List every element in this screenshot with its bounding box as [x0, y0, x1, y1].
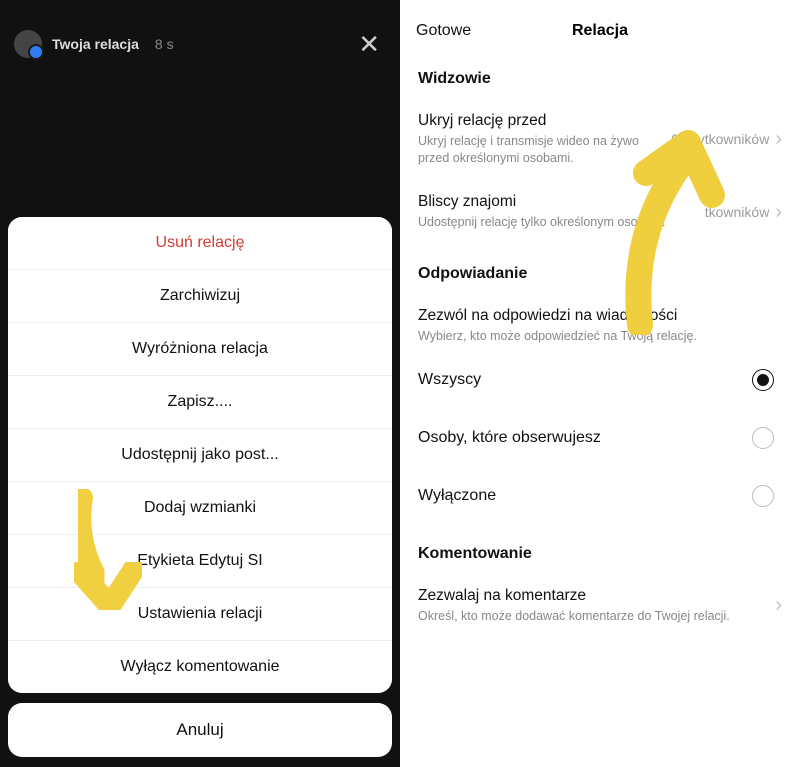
- section-viewers-header: Widzowie: [400, 56, 800, 92]
- reply-option-following[interactable]: Osoby, które obserwujesz: [400, 409, 800, 467]
- sheet-item-add-mentions[interactable]: Dodaj wzmianki: [8, 482, 392, 535]
- reply-option-label: Wszyscy: [418, 371, 752, 389]
- radio-unselected-icon: [752, 427, 774, 449]
- hide-story-sub: Ukryj relację i transmisje wideo na żywo…: [418, 133, 671, 167]
- sheet-item-highlight[interactable]: Wyróżniona relacja: [8, 323, 392, 376]
- sheet-item-delete[interactable]: Usuń relację: [8, 217, 392, 270]
- close-icon[interactable]: ✕: [358, 31, 380, 57]
- section-comment-header: Komentowanie: [400, 531, 800, 567]
- radio-unselected-icon: [752, 485, 774, 507]
- row-allow-comments[interactable]: Zezwalaj na komentarze Określ, kto może …: [400, 567, 800, 631]
- row-hide-story[interactable]: Ukryj relację przed Ukryj relację i tran…: [400, 92, 800, 173]
- chevron-right-icon: ›: [775, 595, 782, 615]
- allow-comments-sub: Określ, kto może dodawać komentarze do T…: [418, 608, 775, 625]
- story-title: Twoja relacja: [52, 36, 139, 52]
- allow-replies-sub: Wybierz, kto może odpowiedzieć na Twoją …: [418, 328, 782, 345]
- story-screen: Twoja relacja 8 s ✕ Usuń relację Zarchiw…: [0, 0, 400, 767]
- hide-story-title: Ukryj relację przed: [418, 112, 671, 130]
- allow-comments-title: Zezwalaj na komentarze: [418, 587, 775, 605]
- row-close-friends[interactable]: Bliscy znajomi Udostępnij relację tylko …: [400, 173, 800, 237]
- close-friends-title: Bliscy znajomi: [418, 193, 705, 211]
- story-time: 8 s: [155, 36, 174, 52]
- sheet-item-share-as-post[interactable]: Udostępnij jako post...: [8, 429, 392, 482]
- reply-option-everyone[interactable]: Wszyscy: [400, 351, 800, 409]
- close-friends-value: tkowników: [705, 204, 770, 220]
- allow-replies-title: Zezwól na odpowiedzi na wiadomości: [418, 307, 782, 325]
- close-friends-sub: Udostępnij relację tylko określonym osob…: [418, 214, 705, 231]
- sheet-cancel-button[interactable]: Anuluj: [8, 703, 392, 757]
- radio-selected-icon: [752, 369, 774, 391]
- chevron-right-icon: ›: [775, 129, 782, 149]
- sheet-item-archive[interactable]: Zarchiwizuj: [8, 270, 392, 323]
- nav-bar: Gotowe Relacja: [400, 0, 800, 56]
- sheet-item-turn-off-commenting[interactable]: Wyłącz komentowanie: [8, 641, 392, 693]
- reply-option-label: Osoby, które obserwujesz: [418, 429, 752, 447]
- action-sheet-list: Usuń relację Zarchiwizuj Wyróżniona rela…: [8, 217, 392, 693]
- sheet-item-edit-si-label[interactable]: Etykieta Edytuj SI: [8, 535, 392, 588]
- reply-option-label: Wyłączone: [418, 487, 752, 505]
- section-reply-header: Odpowiadanie: [400, 251, 800, 287]
- sheet-item-save[interactable]: Zapisz....: [8, 376, 392, 429]
- chevron-right-icon: ›: [775, 202, 782, 222]
- nav-done-button[interactable]: Gotowe: [416, 22, 471, 40]
- action-sheet: Usuń relację Zarchiwizuj Wyróżniona rela…: [8, 217, 392, 757]
- reply-option-off[interactable]: Wyłączone: [400, 467, 800, 525]
- row-allow-replies: Zezwól na odpowiedzi na wiadomości Wybie…: [400, 287, 800, 351]
- story-settings-screen: Gotowe Relacja Widzowie Ukryj relację pr…: [400, 0, 800, 767]
- story-header: Twoja relacja 8 s ✕: [0, 0, 400, 58]
- avatar[interactable]: [14, 30, 42, 58]
- hide-story-value: 0 użytkowników: [671, 131, 769, 147]
- sheet-item-story-settings[interactable]: Ustawienia relacji: [8, 588, 392, 641]
